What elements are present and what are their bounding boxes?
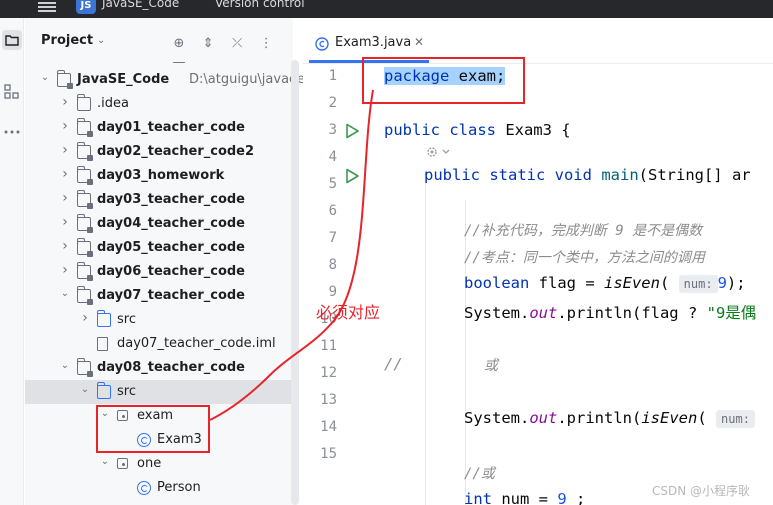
module-folder-icon	[77, 166, 93, 185]
tree-item-label: src	[117, 384, 136, 399]
chevron-down-icon[interactable]: ⌄	[59, 360, 71, 371]
module-folder-icon	[77, 286, 93, 305]
options-icon[interactable]: ⋮	[254, 36, 278, 51]
package-icon	[117, 458, 128, 469]
code-line-15[interactable]: int num = 9 ;	[464, 490, 585, 505]
chevron-right-icon[interactable]: ›	[79, 310, 91, 326]
file-icon	[97, 337, 108, 351]
project-badge[interactable]: JS	[76, 0, 96, 14]
code-line-9[interactable]: System.out.println(flag ? "9是偶	[464, 301, 756, 323]
close-tab-icon[interactable]: ✕	[414, 35, 424, 49]
tree-item[interactable]: ⌄ one	[25, 452, 293, 476]
code-line-13[interactable]: System.out.println(isEven( num:	[464, 409, 755, 428]
code-line-4[interactable]: public static void main(String[] ar	[424, 166, 751, 184]
expand-all-icon[interactable]: ⇕	[196, 36, 220, 51]
project-pane-header: Project ⌄ ⊕ ⇕ ⤫ ⋮ —	[25, 30, 293, 70]
annotation-label: 必须对应	[316, 303, 381, 322]
code-line-3[interactable]: public class Exam3 {	[384, 121, 571, 139]
module-folder-icon	[77, 190, 93, 209]
module-folder-icon	[77, 214, 93, 233]
collapse-all-icon[interactable]: ⤫	[225, 36, 249, 51]
chevron-right-icon[interactable]: ›	[59, 262, 71, 278]
module-folder-icon	[77, 262, 93, 281]
project-folder-icon[interactable]	[2, 30, 22, 50]
folder-icon	[77, 94, 91, 111]
chevron-right-icon[interactable]: ›	[59, 214, 71, 230]
module-folder-icon	[77, 118, 93, 137]
line-number: 15	[320, 446, 337, 462]
module-folder-icon	[77, 358, 93, 377]
source-folder-icon	[97, 382, 111, 399]
tree-item[interactable]: Person	[25, 476, 293, 500]
chevron-down-icon[interactable]: ⌄	[79, 384, 91, 395]
locate-file-icon[interactable]: ⊕	[167, 36, 191, 51]
chevron-down-icon[interactable]: ⌄	[99, 456, 111, 467]
code-line-6[interactable]: //补充代码，完成判断 9 是不是偶数	[464, 220, 702, 240]
code-editor[interactable]: package exam; public class Exam3 { publi…	[384, 64, 773, 505]
indent-guide	[425, 174, 426, 505]
module-folder-icon	[77, 142, 93, 161]
chevron-down-icon[interactable]: ⌄	[59, 288, 71, 299]
chevron-right-icon[interactable]: ›	[59, 166, 71, 182]
line-number: 1	[328, 68, 337, 84]
tree-item-label: one	[137, 456, 162, 471]
more-tools-icon[interactable]	[2, 122, 22, 142]
parameter-hint: num:	[716, 409, 755, 428]
gear-icon[interactable]	[424, 144, 454, 160]
chevron-right-icon[interactable]: ›	[59, 142, 71, 158]
chevron-down-icon[interactable]: ⌄	[97, 35, 105, 46]
tree-item-label: JavaSE_Code	[77, 72, 170, 87]
chevron-right-icon[interactable]: ›	[59, 118, 71, 134]
tree-item-label: .idea	[97, 96, 129, 111]
tree-item-label: src	[117, 312, 136, 327]
project-switcher[interactable]: JavaSE_Code	[102, 0, 179, 10]
chevron-right-icon[interactable]: ›	[59, 190, 71, 206]
hamburger-menu-icon[interactable]	[38, 0, 56, 12]
tool-window-strip	[0, 18, 24, 505]
code-line-8[interactable]: boolean flag = isEven( num: 9);	[464, 274, 746, 293]
module-folder-icon	[77, 238, 93, 257]
annotation-box-exam-package	[96, 405, 210, 453]
title-bar: JS JavaSE_Code Version control	[0, 0, 773, 18]
tree-item-label: Person	[157, 480, 201, 495]
version-control-menu[interactable]: Version control	[215, 0, 305, 10]
watermark: CSDN @小程序耿	[652, 484, 751, 498]
parameter-hint: num:	[678, 274, 718, 293]
chevron-right-icon[interactable]: ›	[59, 238, 71, 254]
project-pane-title[interactable]: Project	[41, 33, 93, 48]
annotation-arrow	[209, 89, 374, 421]
source-folder-icon	[97, 310, 111, 327]
java-class-icon	[137, 481, 151, 495]
indent-guide	[465, 200, 466, 505]
code-line-14[interactable]: //或	[464, 463, 495, 483]
code-line-7[interactable]: //考点：同一个类中，方法之间的调用	[464, 247, 705, 267]
chevron-down-icon[interactable]: ⌄	[39, 72, 51, 83]
structure-icon[interactable]	[2, 82, 22, 102]
java-class-icon	[315, 37, 329, 51]
chevron-right-icon[interactable]: ›	[59, 94, 71, 110]
module-folder-icon	[57, 70, 73, 89]
editor-tab-label: Exam3.java	[335, 35, 412, 50]
